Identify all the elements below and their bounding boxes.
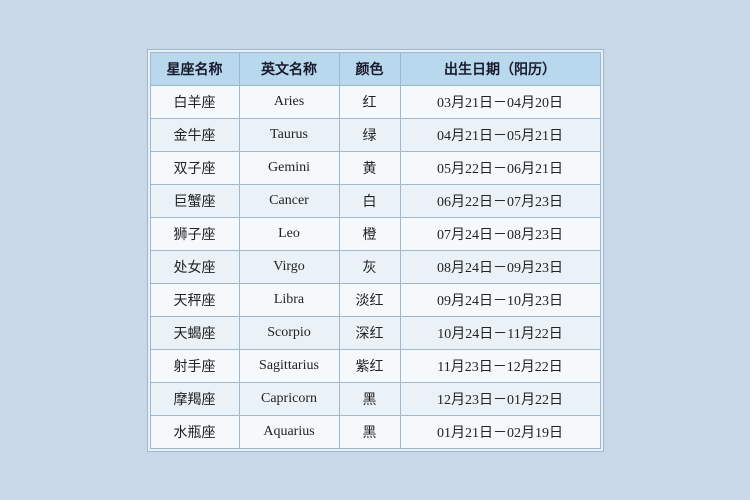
cell-color: 黑 — [339, 382, 400, 415]
cell-date: 05月22日－06月21日 — [400, 151, 600, 184]
cell-date: 11月23日－12月22日 — [400, 349, 600, 382]
cell-chinese: 天秤座 — [150, 283, 239, 316]
cell-chinese: 狮子座 — [150, 217, 239, 250]
header-date: 出生日期（阳历） — [400, 52, 600, 85]
cell-date: 03月21日－04月20日 — [400, 85, 600, 118]
header-english: 英文名称 — [239, 52, 339, 85]
cell-english: Scorpio — [239, 316, 339, 349]
cell-english: Aquarius — [239, 415, 339, 448]
cell-date: 10月24日－11月22日 — [400, 316, 600, 349]
cell-chinese: 白羊座 — [150, 85, 239, 118]
cell-color: 深红 — [339, 316, 400, 349]
table-row: 巨蟹座Cancer白06月22日－07月23日 — [150, 184, 600, 217]
cell-color: 橙 — [339, 217, 400, 250]
table-row: 天蝎座Scorpio深红10月24日－11月22日 — [150, 316, 600, 349]
cell-english: Cancer — [239, 184, 339, 217]
cell-chinese: 天蝎座 — [150, 316, 239, 349]
table-row: 水瓶座Aquarius黑01月21日－02月19日 — [150, 415, 600, 448]
table-row: 处女座Virgo灰08月24日－09月23日 — [150, 250, 600, 283]
cell-english: Leo — [239, 217, 339, 250]
cell-date: 08月24日－09月23日 — [400, 250, 600, 283]
cell-date: 04月21日－05月21日 — [400, 118, 600, 151]
cell-chinese: 双子座 — [150, 151, 239, 184]
cell-date: 07月24日－08月23日 — [400, 217, 600, 250]
cell-date: 09月24日－10月23日 — [400, 283, 600, 316]
cell-color: 白 — [339, 184, 400, 217]
cell-color: 红 — [339, 85, 400, 118]
zodiac-table: 星座名称 英文名称 颜色 出生日期（阳历） 白羊座Aries红03月21日－04… — [150, 52, 601, 449]
table-row: 天秤座Libra淡红09月24日－10月23日 — [150, 283, 600, 316]
table-row: 双子座Gemini黄05月22日－06月21日 — [150, 151, 600, 184]
table-header-row: 星座名称 英文名称 颜色 出生日期（阳历） — [150, 52, 600, 85]
cell-chinese: 巨蟹座 — [150, 184, 239, 217]
cell-chinese: 处女座 — [150, 250, 239, 283]
cell-chinese: 摩羯座 — [150, 382, 239, 415]
cell-english: Virgo — [239, 250, 339, 283]
cell-english: Sagittarius — [239, 349, 339, 382]
cell-english: Gemini — [239, 151, 339, 184]
cell-english: Libra — [239, 283, 339, 316]
cell-color: 灰 — [339, 250, 400, 283]
cell-english: Aries — [239, 85, 339, 118]
cell-date: 06月22日－07月23日 — [400, 184, 600, 217]
header-chinese: 星座名称 — [150, 52, 239, 85]
zodiac-table-wrapper: 星座名称 英文名称 颜色 出生日期（阳历） 白羊座Aries红03月21日－04… — [147, 49, 604, 452]
table-row: 摩羯座Capricorn黑12月23日－01月22日 — [150, 382, 600, 415]
cell-color: 淡红 — [339, 283, 400, 316]
table-row: 射手座Sagittarius紫红11月23日－12月22日 — [150, 349, 600, 382]
cell-color: 紫红 — [339, 349, 400, 382]
cell-chinese: 射手座 — [150, 349, 239, 382]
cell-color: 黑 — [339, 415, 400, 448]
cell-color: 黄 — [339, 151, 400, 184]
cell-chinese: 金牛座 — [150, 118, 239, 151]
cell-english: Capricorn — [239, 382, 339, 415]
cell-color: 绿 — [339, 118, 400, 151]
cell-chinese: 水瓶座 — [150, 415, 239, 448]
cell-date: 12月23日－01月22日 — [400, 382, 600, 415]
cell-date: 01月21日－02月19日 — [400, 415, 600, 448]
table-row: 狮子座Leo橙07月24日－08月23日 — [150, 217, 600, 250]
table-row: 金牛座Taurus绿04月21日－05月21日 — [150, 118, 600, 151]
cell-english: Taurus — [239, 118, 339, 151]
header-color: 颜色 — [339, 52, 400, 85]
table-row: 白羊座Aries红03月21日－04月20日 — [150, 85, 600, 118]
